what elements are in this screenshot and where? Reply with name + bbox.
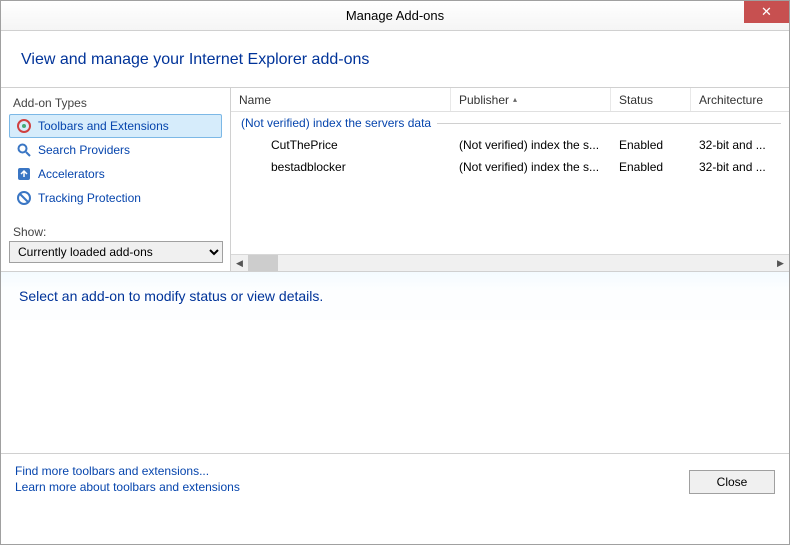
sidebar-item-label: Toolbars and Extensions <box>38 119 169 133</box>
page-header: View and manage your Internet Explorer a… <box>1 31 789 88</box>
cell-arch: 32-bit and ... <box>691 138 789 152</box>
details-area: Select an add-on to modify status or vie… <box>1 272 789 504</box>
show-dropdown[interactable]: Currently loaded add-ons <box>9 241 223 263</box>
group-header[interactable]: (Not verified) index the servers data <box>231 112 789 134</box>
window-title: Manage Add-ons <box>1 8 789 23</box>
cell-publisher: (Not verified) index the s... <box>451 138 611 152</box>
footer-links: Find more toolbars and extensions... Lea… <box>15 464 240 494</box>
group-divider <box>437 123 781 124</box>
horizontal-scrollbar[interactable]: ◀ ▶ <box>231 254 789 271</box>
close-icon: ✕ <box>761 4 772 20</box>
column-header-architecture[interactable]: Architecture <box>691 88 789 111</box>
sidebar-item-label: Tracking Protection <box>38 191 141 205</box>
scroll-thumb[interactable] <box>248 255 278 271</box>
group-label: (Not verified) index the servers data <box>241 116 431 130</box>
details-prompt: Select an add-on to modify status or vie… <box>19 288 323 304</box>
scroll-right-icon[interactable]: ▶ <box>772 255 789 272</box>
table-row[interactable]: bestadblocker (Not verified) index the s… <box>231 156 789 178</box>
sidebar-item-label: Search Providers <box>38 143 130 157</box>
cell-name: CutThePrice <box>231 138 451 152</box>
learn-more-link[interactable]: Learn more about toolbars and extensions <box>15 480 240 494</box>
toolbars-icon <box>16 118 32 134</box>
footer: Find more toolbars and extensions... Lea… <box>1 453 789 504</box>
table-row[interactable]: CutThePrice (Not verified) index the s..… <box>231 134 789 156</box>
sidebar-item-tracking-protection[interactable]: Tracking Protection <box>9 186 222 210</box>
cell-arch: 32-bit and ... <box>691 160 789 174</box>
header-text: View and manage your Internet Explorer a… <box>21 51 369 68</box>
scroll-track[interactable] <box>248 255 772 271</box>
cell-status: Enabled <box>611 160 691 174</box>
window-close-button[interactable]: ✕ <box>744 1 789 23</box>
cell-status: Enabled <box>611 138 691 152</box>
titlebar: Manage Add-ons ✕ <box>1 1 789 31</box>
find-more-link[interactable]: Find more toolbars and extensions... <box>15 464 240 478</box>
column-header-publisher[interactable]: Publisher▴ <box>451 88 611 111</box>
sidebar-item-label: Accelerators <box>38 167 105 181</box>
cell-publisher: (Not verified) index the s... <box>451 160 611 174</box>
sidebar: Add-on Types Toolbars and Extensions Sea… <box>1 88 231 271</box>
sidebar-item-toolbars-extensions[interactable]: Toolbars and Extensions <box>9 114 222 138</box>
sidebar-item-search-providers[interactable]: Search Providers <box>9 138 222 162</box>
sidebar-item-accelerators[interactable]: Accelerators <box>9 162 222 186</box>
table-header: Name Publisher▴ Status Architecture <box>231 88 789 112</box>
addon-list: Name Publisher▴ Status Architecture (Not… <box>231 88 789 271</box>
search-icon <box>16 142 32 158</box>
main-panel: Add-on Types Toolbars and Extensions Sea… <box>1 88 789 272</box>
tracking-protection-icon <box>16 190 32 206</box>
accelerators-icon <box>16 166 32 182</box>
scroll-left-icon[interactable]: ◀ <box>231 255 248 272</box>
column-header-status[interactable]: Status <box>611 88 691 111</box>
column-header-name[interactable]: Name <box>231 88 451 111</box>
details-panel: Select an add-on to modify status or vie… <box>1 272 789 320</box>
sort-up-icon: ▴ <box>513 95 517 104</box>
show-label: Show: <box>9 221 222 241</box>
cell-name: bestadblocker <box>231 160 451 174</box>
close-button[interactable]: Close <box>689 470 775 494</box>
addon-types-label: Add-on Types <box>9 94 222 114</box>
